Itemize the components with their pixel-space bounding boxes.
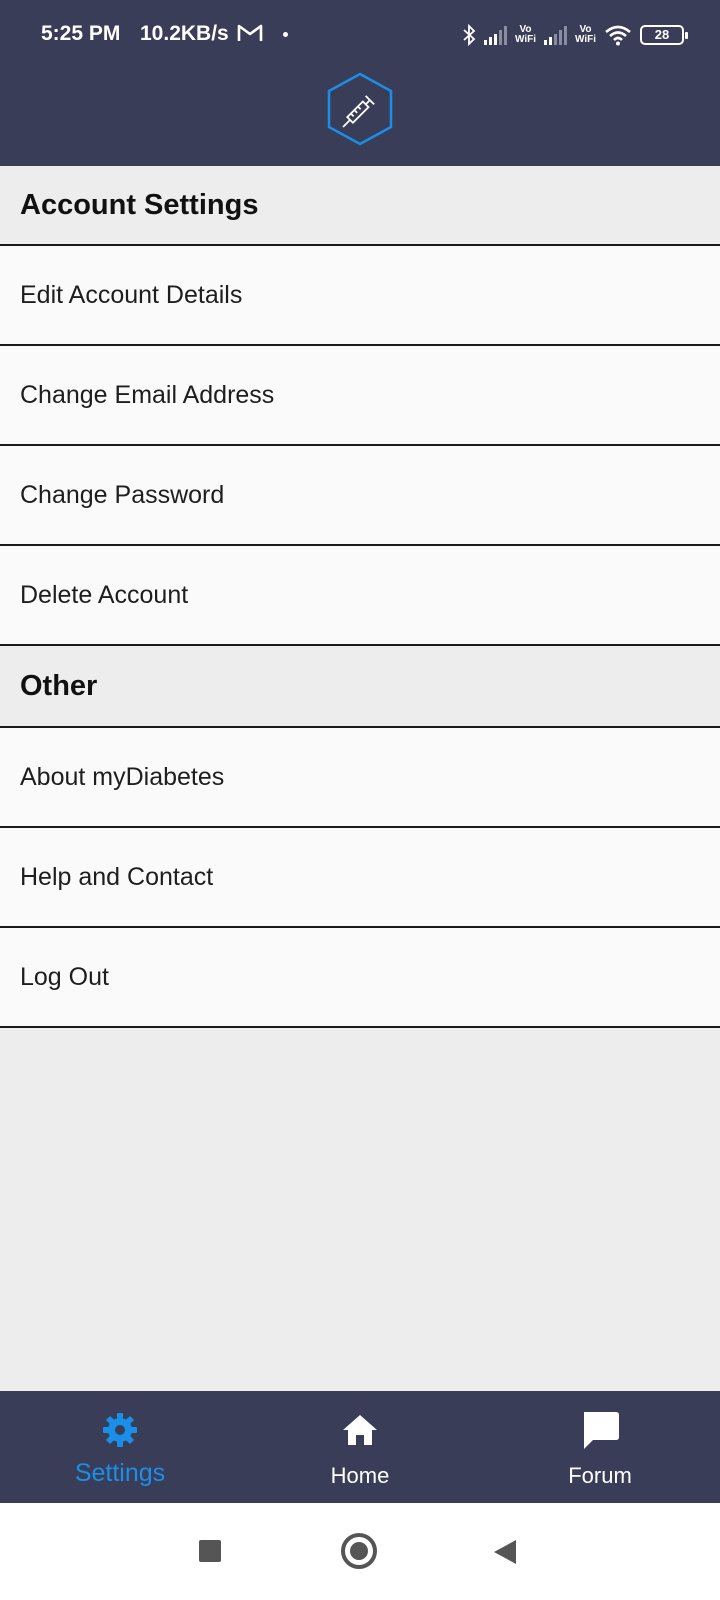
back-icon[interactable] (494, 1540, 516, 1564)
status-bar: 5:25 PM 10.2KB/s Vo WiFi Vo WiFi 28 (0, 0, 720, 70)
change-password-item[interactable]: Change Password (0, 446, 720, 546)
settings-list: Account Settings Edit Account Details Ch… (0, 166, 720, 1028)
tab-home-label: Home (330, 1463, 390, 1488)
edit-account-details-item[interactable]: Edit Account Details (0, 246, 720, 346)
battery-icon: 28 (640, 25, 688, 45)
home-button-icon[interactable] (341, 1533, 377, 1569)
tab-settings-label: Settings (74, 1459, 166, 1487)
change-email-address-item[interactable]: Change Email Address (0, 346, 720, 446)
gear-icon (99, 1409, 141, 1451)
home-icon (339, 1409, 381, 1451)
signal-2-icon (543, 25, 567, 45)
syringe-hexagon-icon (327, 72, 393, 146)
tab-forum[interactable]: Forum (480, 1391, 720, 1503)
wifi-icon (605, 25, 631, 46)
vowifi-2-icon: Vo WiFi (574, 24, 596, 45)
status-network-speed: 10.2KB/s (140, 22, 229, 45)
system-navigation-bar (0, 1503, 720, 1600)
chat-icon (579, 1409, 621, 1451)
log-out-item[interactable]: Log Out (0, 928, 720, 1028)
section-header-account-settings: Account Settings (0, 166, 720, 246)
tab-home[interactable]: Home (240, 1391, 480, 1503)
tab-forum-label: Forum (568, 1463, 632, 1488)
tab-settings[interactable]: Settings (0, 1391, 240, 1503)
status-time: 5:25 PM (41, 22, 121, 45)
signal-1-icon (483, 25, 507, 45)
bluetooth-icon (463, 24, 476, 46)
gmail-icon (237, 24, 263, 41)
app-header: 5:25 PM 10.2KB/s Vo WiFi Vo WiFi 28 (0, 0, 720, 166)
help-and-contact-item[interactable]: Help and Contact (0, 828, 720, 928)
section-header-other: Other (0, 646, 720, 728)
delete-account-item[interactable]: Delete Account (0, 546, 720, 646)
status-icons: Vo WiFi Vo WiFi 28 (462, 20, 688, 50)
recent-apps-icon[interactable] (199, 1540, 221, 1562)
about-mydiabetes-item[interactable]: About myDiabetes (0, 728, 720, 828)
bottom-navigation: Settings Home Forum (0, 1391, 720, 1503)
notification-dot (283, 32, 288, 37)
vowifi-1-icon: Vo WiFi (514, 24, 536, 45)
